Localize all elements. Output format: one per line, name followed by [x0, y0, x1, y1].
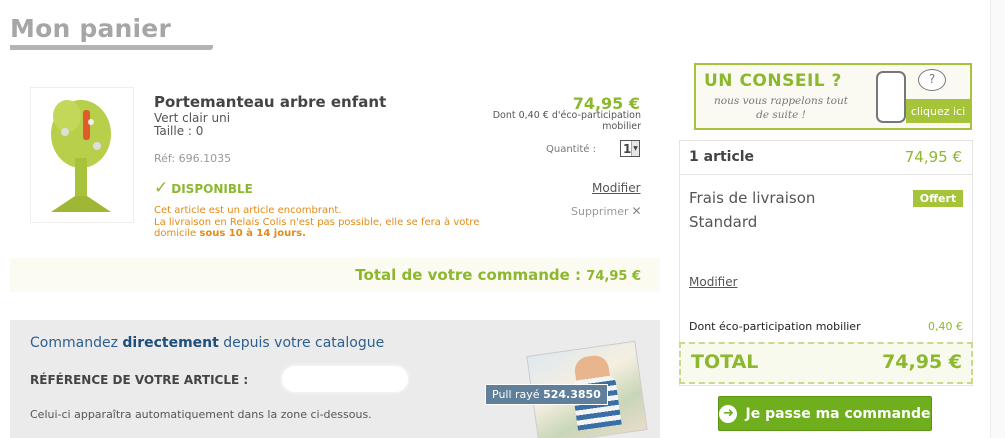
- product-color: Vert clair uni: [154, 111, 231, 125]
- chevron-down-icon: ▼: [631, 141, 639, 156]
- order-total: Total de votre commande : 74,95 €: [355, 266, 641, 284]
- delete-label: Supprimer: [571, 204, 629, 218]
- quantity-select[interactable]: 1 ▼: [620, 140, 640, 157]
- quantity-label: Quantité :: [546, 144, 596, 155]
- catalog-example-tag: Pull rayé 524.3850: [485, 384, 608, 405]
- tag-ref: 524.3850: [543, 388, 601, 401]
- question-bubble-icon: ?: [918, 69, 946, 91]
- notice-line-1: Cet article est un article encombrant.: [154, 205, 342, 216]
- catalog-ref-input[interactable]: [282, 366, 408, 392]
- catalog-hint: Celui-ci apparaîtra automatiquement dans…: [30, 408, 372, 421]
- page-edge: [990, 0, 1005, 438]
- notice-line-3: domicile sous 10 à 14 jours.: [154, 228, 494, 240]
- catalog-ref-label: RÉFÉRENCE DE VOTRE ARTICLE :: [30, 373, 249, 387]
- callback-banner[interactable]: UN CONSEIL ? nous vous rappelons tout de…: [694, 63, 972, 130]
- delete-item-link[interactable]: Supprimer ✕: [571, 204, 642, 218]
- summary-total-label: TOTAL: [691, 351, 759, 373]
- catalog-title-a: Commandez: [30, 335, 123, 351]
- advice-title: UN CONSEIL ?: [704, 71, 842, 91]
- availability-label: DISPONIBLE: [171, 181, 253, 196]
- availability-status: ✓ DISPONIBLE: [154, 180, 253, 197]
- notice-line-2: La livraison en Relais Colis n'est pas p…: [154, 216, 480, 228]
- callback-button[interactable]: cliquez ici: [906, 99, 970, 123]
- summary-eco-amount: 0,40 €: [928, 320, 963, 333]
- product-size: Taille : 0: [154, 124, 204, 138]
- shipping-modify-link[interactable]: Modifier: [689, 275, 738, 289]
- summary-divider: [679, 174, 973, 175]
- checkout-button[interactable]: ➜ Je passe ma commande: [718, 396, 932, 431]
- phone-icon: [876, 71, 906, 123]
- close-icon: ✕: [631, 204, 642, 218]
- tag-label: Pull rayé: [492, 388, 540, 401]
- product-ref: Réf: 696.1035: [154, 152, 232, 165]
- checkout-label: Je passe ma commande: [745, 405, 931, 422]
- order-total-amount: 74,95 €: [586, 269, 641, 284]
- product-image[interactable]: [30, 87, 134, 223]
- catalog-title-c: depuis votre catalogue: [218, 335, 385, 351]
- order-total-label: Total de votre commande :: [355, 266, 582, 284]
- coat-tree-illustration: [51, 100, 111, 212]
- catalog-title-b: directement: [122, 335, 219, 351]
- modify-item-link[interactable]: Modifier: [592, 181, 641, 195]
- notice-line-3-a: domicile: [154, 228, 200, 239]
- product-name[interactable]: Portemanteau arbre enfant: [154, 93, 386, 111]
- advice-subtitle: nous vous rappelons tout de suite !: [714, 95, 848, 121]
- bulky-notice: Cet article est un article encombrant. L…: [154, 205, 494, 240]
- summary-articles-amount: 74,95 €: [904, 148, 962, 166]
- shipping-offered-badge: Offert: [913, 190, 963, 207]
- shipping-label: Frais de livraison Standard: [689, 189, 816, 231]
- check-icon: ✓: [154, 178, 169, 198]
- arrow-right-icon: ➜: [719, 404, 738, 423]
- summary-eco-label: Dont éco-participation mobilier: [689, 320, 861, 333]
- notice-delay: sous 10 à 14 jours.: [199, 228, 306, 239]
- eco-participation-note: Dont 0,40 € d'éco-participation mobilier: [492, 110, 641, 132]
- title-underline: [10, 45, 213, 50]
- page-title: Mon panier: [10, 14, 171, 43]
- summary-articles-label: 1 article: [689, 149, 755, 165]
- summary-total-amount: 74,95 €: [882, 351, 962, 373]
- quantity-value: 1: [623, 141, 632, 156]
- catalog-title: Commandez directement depuis votre catal…: [30, 335, 384, 351]
